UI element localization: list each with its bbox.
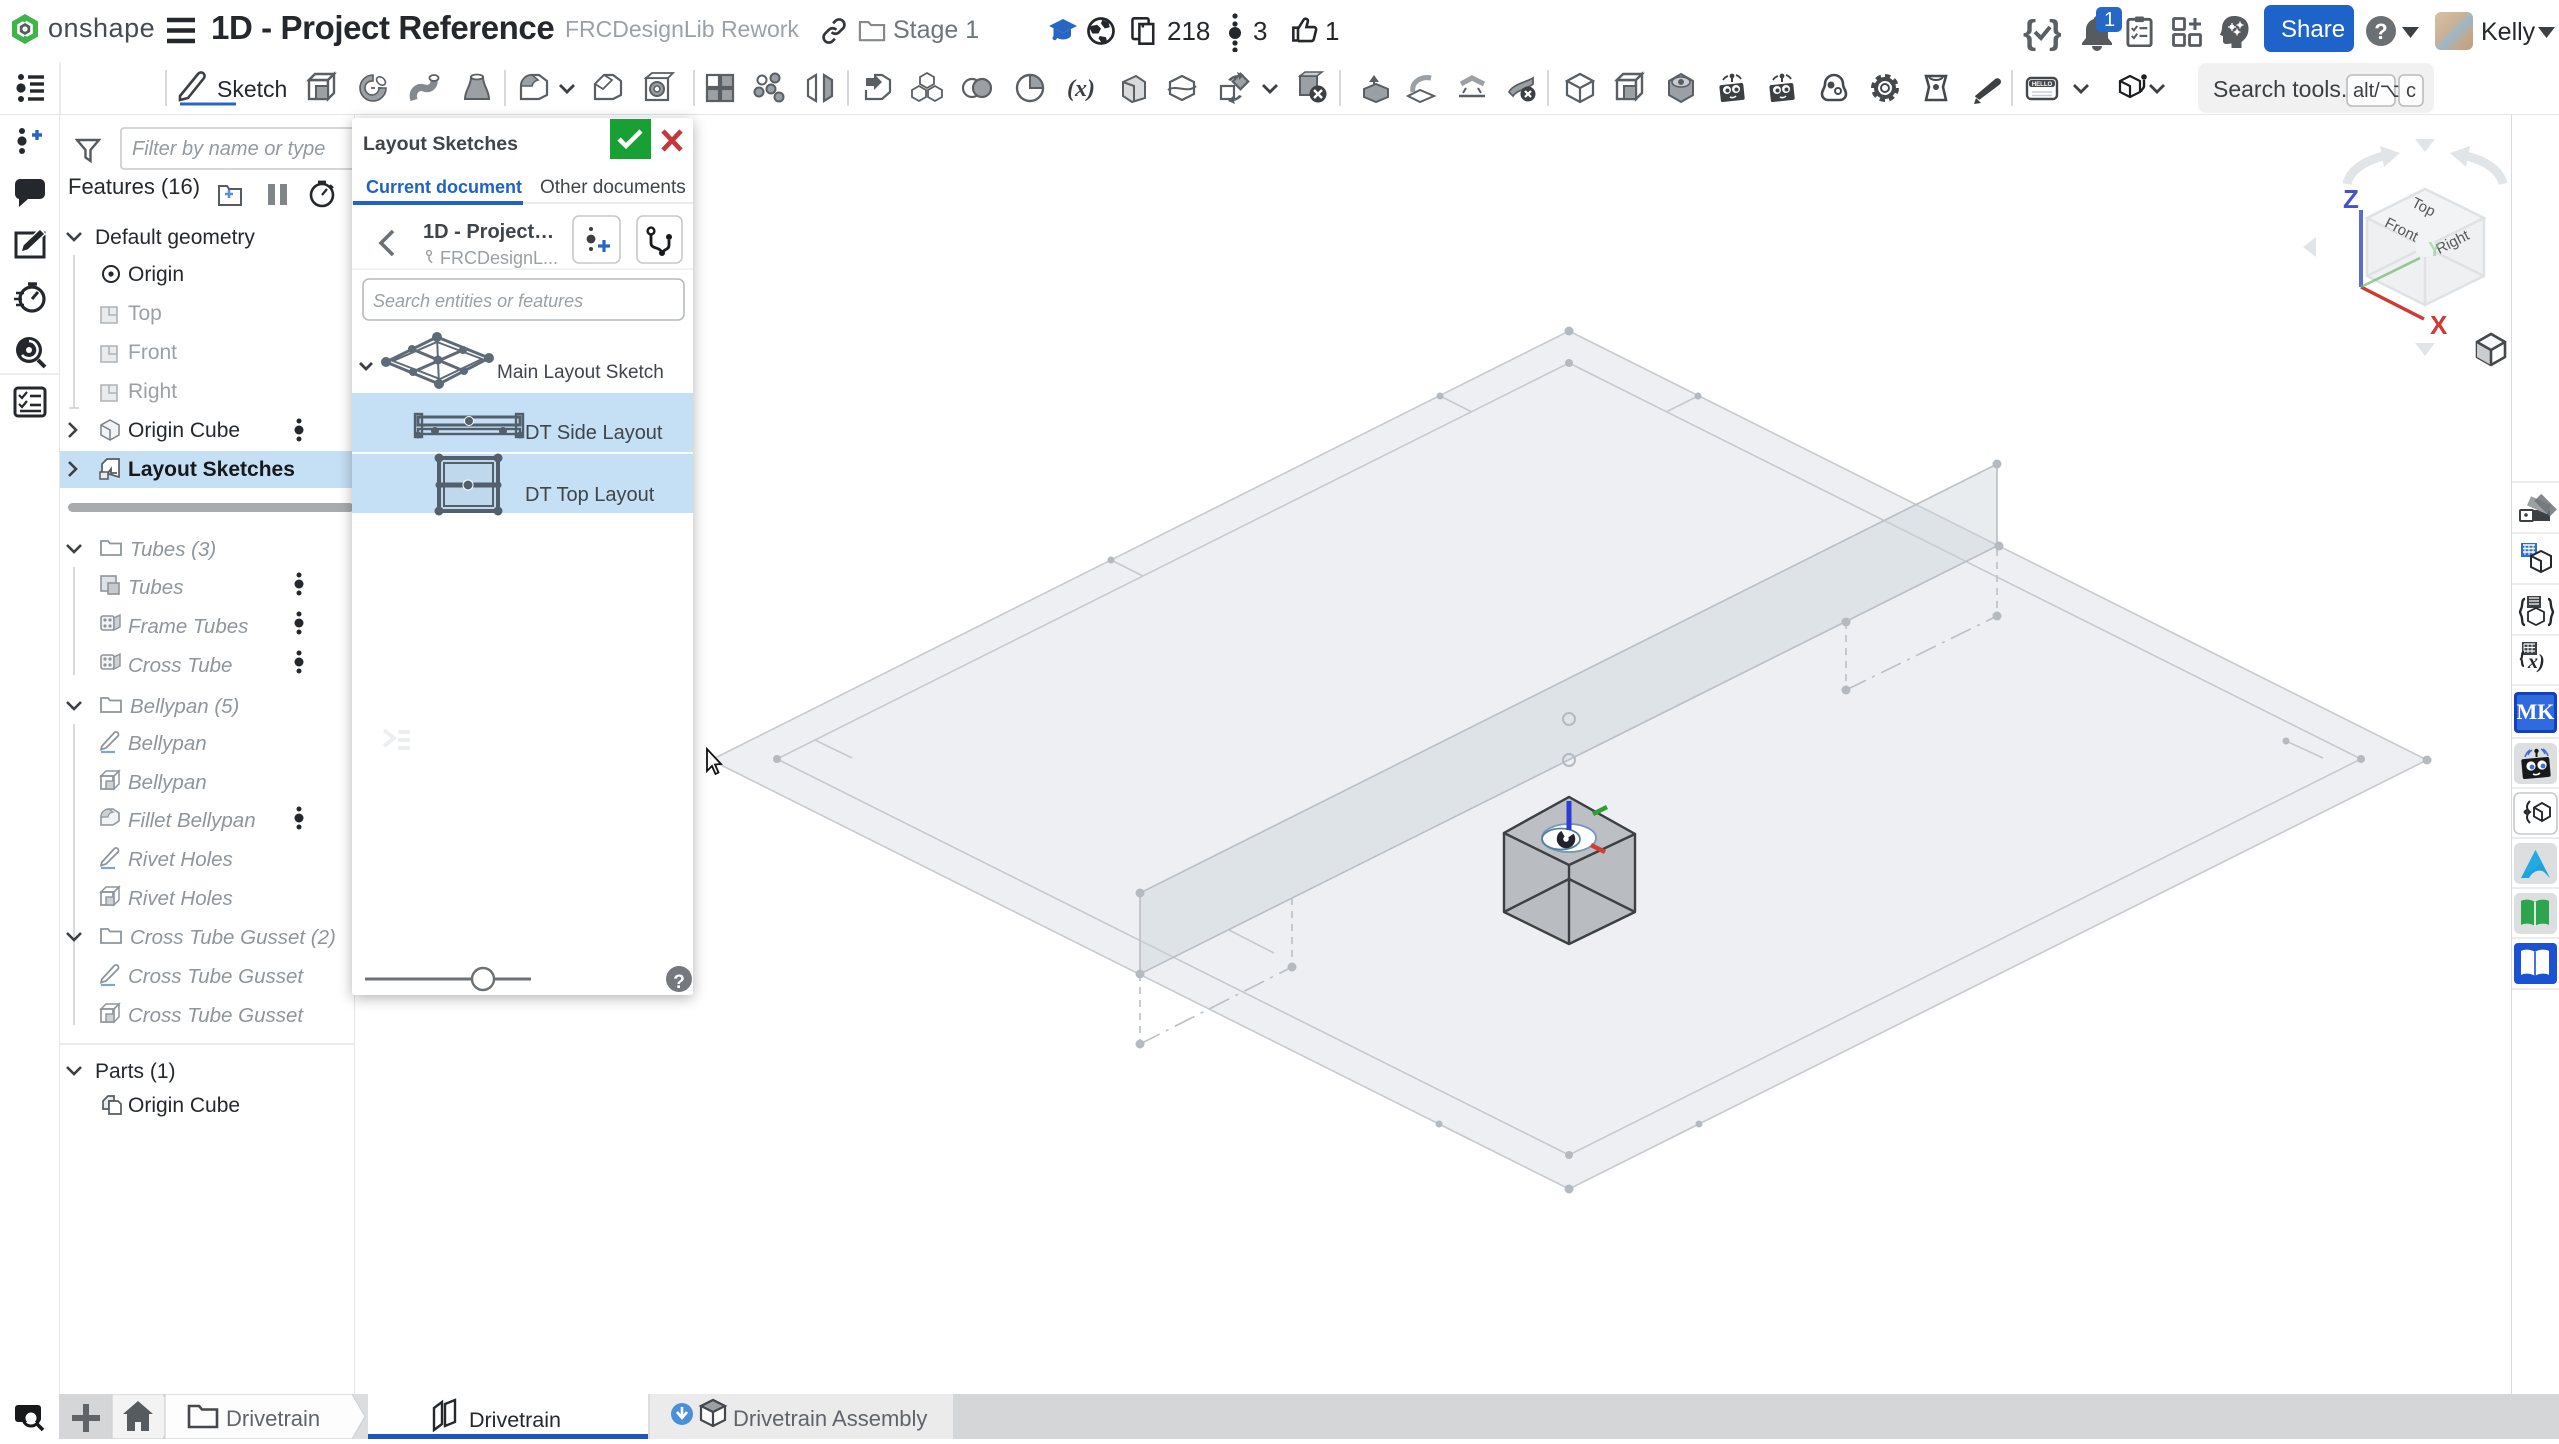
svg-text:Cross Tube Gusset: Cross Tube Gusset — [128, 965, 304, 988]
svg-text:Rivet Holes: Rivet Holes — [128, 848, 233, 871]
svg-text:Bellypan (5): Bellypan (5) — [130, 695, 239, 718]
svg-text:Other documents: Other documents — [540, 177, 686, 198]
svg-text:Top: Top — [128, 302, 162, 325]
svg-text:DT Side Layout: DT Side Layout — [525, 422, 663, 444]
svg-text:Drivetrain: Drivetrain — [226, 1406, 320, 1431]
svg-text:Y: Y — [2428, 239, 2442, 261]
svg-text:x): x) — [2527, 651, 2545, 673]
svg-text:Cross Tube Gusset: Cross Tube Gusset — [128, 1004, 304, 1027]
svg-text:Origin: Origin — [128, 263, 184, 286]
svg-text:Default geometry: Default geometry — [95, 226, 255, 249]
svg-text:Front: Front — [128, 341, 177, 364]
svg-text:alt/⌥: alt/⌥ — [2353, 80, 2403, 102]
svg-text:Bellypan: Bellypan — [128, 732, 207, 755]
svg-text:Origin Cube: Origin Cube — [128, 1094, 240, 1117]
svg-text:Bellypan: Bellypan — [128, 771, 207, 794]
svg-text:c: c — [2406, 80, 2416, 102]
svg-text:Tubes (3): Tubes (3) — [130, 538, 216, 561]
svg-text:Sketch: Sketch — [217, 76, 287, 102]
svg-text:Rivet Holes: Rivet Holes — [128, 887, 233, 910]
svg-text:Cross Tube Gusset (2): Cross Tube Gusset (2) — [130, 926, 336, 949]
svg-text:?: ? — [673, 972, 685, 993]
svg-text:Tubes: Tubes — [128, 576, 183, 599]
svg-text:Layout Sketches: Layout Sketches — [128, 458, 295, 481]
svg-text:}: } — [2049, 14, 2061, 52]
svg-text:Origin Cube: Origin Cube — [128, 419, 240, 442]
svg-text:Fillet Bellypan: Fillet Bellypan — [128, 809, 256, 832]
svg-text:Drivetrain: Drivetrain — [469, 1408, 561, 1432]
svg-text:Search tools...: Search tools... — [2213, 76, 2360, 102]
svg-text:DT Top Layout: DT Top Layout — [525, 484, 655, 506]
svg-text:Z: Z — [2343, 184, 2359, 214]
svg-text:Right: Right — [128, 380, 177, 403]
svg-text:Search entities or features: Search entities or features — [373, 291, 583, 311]
svg-text:Features (16): Features (16) — [68, 174, 200, 199]
svg-text:FRCDesignL...: FRCDesignL... — [440, 248, 558, 268]
svg-text:Filter by name or type: Filter by name or type — [132, 138, 325, 160]
svg-text:Frame Tubes: Frame Tubes — [128, 615, 248, 638]
svg-text:Cross Tube: Cross Tube — [128, 654, 232, 677]
svg-text:Current document: Current document — [366, 177, 522, 197]
svg-text:Drivetrain Assembly: Drivetrain Assembly — [733, 1406, 927, 1431]
svg-text:?: ? — [2374, 19, 2387, 44]
svg-text:Layout Sketches: Layout Sketches — [363, 133, 518, 155]
svg-text:1D - Project…: 1D - Project… — [423, 221, 554, 243]
svg-text:X: X — [2430, 310, 2448, 340]
svg-text:Parts (1): Parts (1) — [95, 1060, 176, 1083]
svg-text:MK: MK — [2517, 699, 2555, 724]
svg-text:Main Layout Sketch: Main Layout Sketch — [497, 362, 664, 383]
